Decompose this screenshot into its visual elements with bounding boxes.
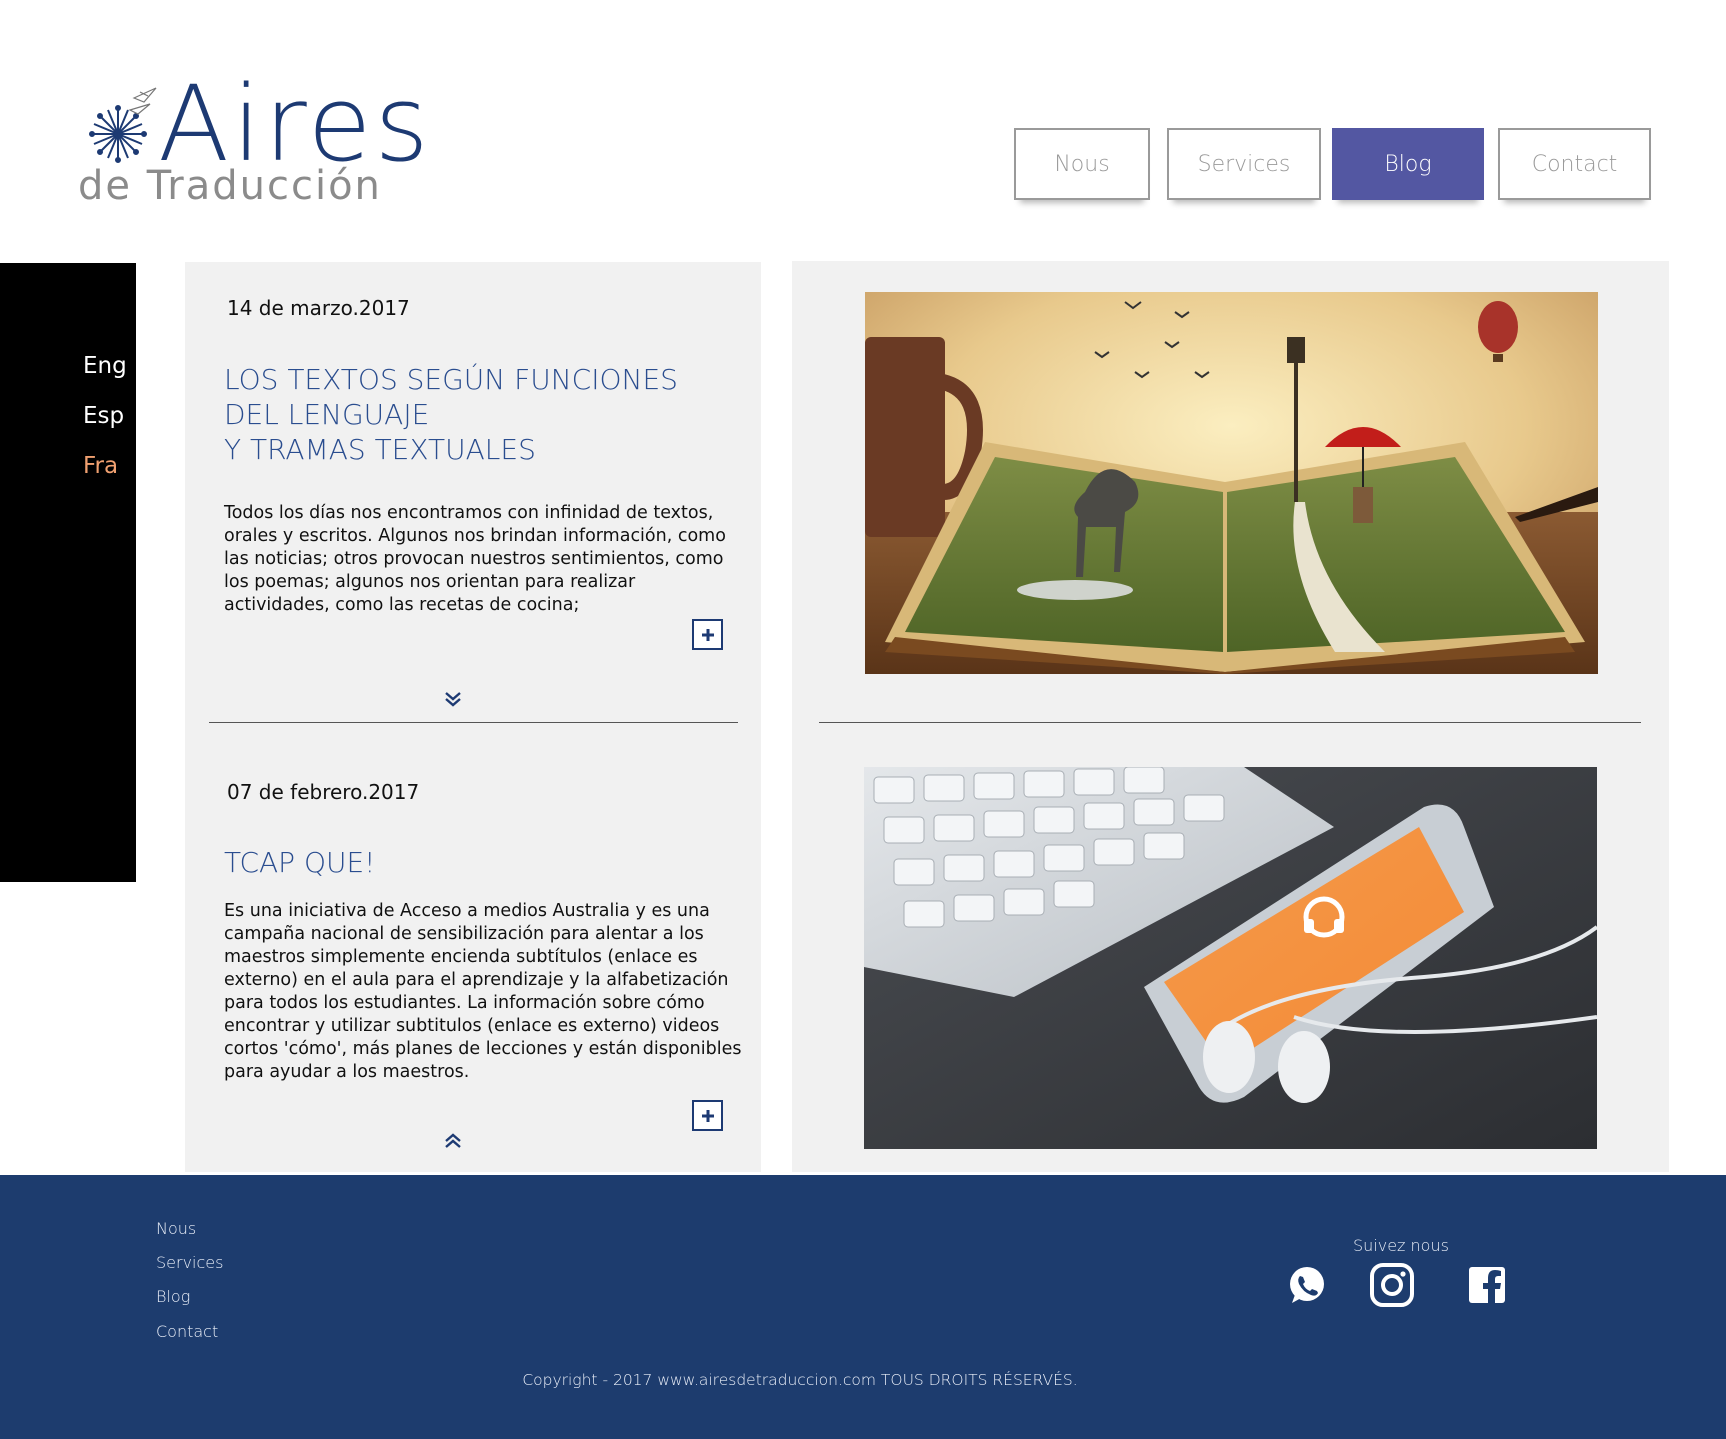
language-eng-link[interactable]: Eng [83, 353, 127, 379]
chevron-double-up-icon[interactable] [441, 1128, 465, 1152]
read-more-button[interactable] [692, 1100, 723, 1131]
plus-icon [701, 1109, 714, 1122]
post-excerpt: Todos los días nos encontramos con infin… [224, 503, 726, 615]
footer-link-nous[interactable]: Nous [156, 1219, 196, 1238]
footer-link-blog[interactable]: Blog [156, 1287, 190, 1306]
post-date: 07 de febrero.2017 [227, 780, 420, 804]
plus-icon [701, 628, 714, 641]
keyboard-phone-photo-image [864, 767, 1597, 1149]
blog-text-column: 14 de marzo.2017 LOS TEXTOS SEGÚN FUNCIO… [185, 262, 761, 1172]
post-divider [209, 722, 738, 723]
book-illustration-image [865, 292, 1598, 674]
post-title-line: DEL LENGUAJE [224, 398, 430, 431]
read-more-button[interactable] [692, 619, 723, 650]
post-title-line: LOS TEXTOS SEGÚN FUNCIONES [224, 363, 678, 396]
blog-image-column [792, 261, 1669, 1172]
post-image-phone[interactable] [864, 767, 1597, 1149]
post-image-book[interactable] [865, 292, 1598, 674]
footer-link-contact[interactable]: Contact [156, 1322, 218, 1341]
image-divider [819, 722, 1641, 723]
post-date: 14 de marzo.2017 [227, 296, 410, 320]
language-sidebar: Eng Esp Fra [0, 263, 136, 882]
instagram-icon[interactable] [1368, 1261, 1416, 1309]
language-esp-link[interactable]: Esp [83, 403, 124, 429]
nav-blog-button[interactable]: Blog [1332, 128, 1484, 200]
copyright-text: Copyright - 2017 www.airesdetraduccion.c… [522, 1371, 1078, 1389]
post-title-line: Y TRAMAS TEXTUALES [224, 433, 536, 466]
chevron-double-down-icon[interactable] [441, 688, 465, 712]
language-fra-link[interactable]: Fra [83, 453, 118, 479]
main-nav: Nous Services Blog Contact [0, 128, 1726, 208]
post-title[interactable]: TCAP QUE! [224, 845, 744, 880]
follow-us-label: Suivez nous [1353, 1236, 1449, 1255]
footer-link-services[interactable]: Services [156, 1253, 223, 1272]
facebook-icon[interactable] [1463, 1261, 1511, 1309]
post-title-line: TCAP QUE! [224, 846, 376, 879]
nav-contact-button[interactable]: Contact [1498, 128, 1651, 200]
whatsapp-icon[interactable] [1283, 1261, 1331, 1309]
post-title[interactable]: LOS TEXTOS SEGÚN FUNCIONES DEL LENGUAJE … [224, 362, 744, 467]
post-excerpt: Es una iniciativa de Acceso a medios Aus… [224, 901, 742, 1082]
nav-nous-button[interactable]: Nous [1014, 128, 1150, 200]
site-footer: Nous Services Blog Contact Suivez nous C… [0, 1175, 1726, 1439]
nav-services-button[interactable]: Services [1167, 128, 1321, 200]
